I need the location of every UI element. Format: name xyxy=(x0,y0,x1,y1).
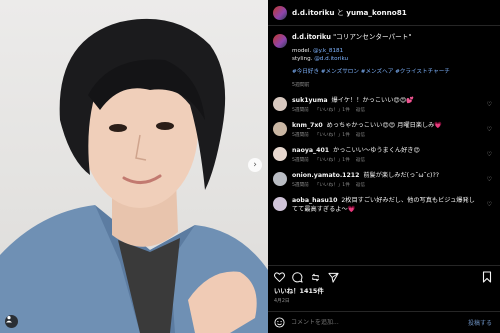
list-item: onion.yamato.1212 前髪が楽しみだ(っ˘ω˘c)?? 5週間前 「… xyxy=(273,172,492,188)
list-item: suk1yuma 爆イケ！！かっこいい😍😍💕 5週間前 「いいね！」1件 返信 ♡ xyxy=(273,96,492,113)
comment-time: 5週間前 xyxy=(292,132,309,138)
avatar[interactable] xyxy=(273,172,287,187)
heart-icon[interactable]: ♡ xyxy=(487,151,492,158)
author-link[interactable]: d.d.itoriku xyxy=(292,8,335,17)
caption-avatar[interactable] xyxy=(273,34,287,48)
comment-input[interactable] xyxy=(291,319,468,326)
hashtags[interactable]: #今日好き #メンズサロン #メンズヘア #クライストチャーチ xyxy=(292,69,450,77)
avatar[interactable] xyxy=(273,146,287,161)
styling-handle-link[interactable]: @d.d.itoriku xyxy=(314,56,348,62)
post-date: 4月2日 xyxy=(274,299,290,304)
avatar[interactable] xyxy=(273,197,287,212)
send-icon[interactable] xyxy=(328,272,339,283)
likes-count[interactable]: いいね！1415件 xyxy=(274,286,494,295)
caption-username[interactable]: d.d.itoriku xyxy=(292,33,331,41)
tag-person-button[interactable] xyxy=(5,315,18,328)
avatar[interactable] xyxy=(273,96,287,111)
tag-person-icon xyxy=(6,316,12,323)
heart-icon[interactable]: ♡ xyxy=(487,201,492,208)
reply-button[interactable]: 返信 xyxy=(356,183,365,188)
comment-time: 5週間前 xyxy=(292,183,309,189)
comment-icon[interactable] xyxy=(292,271,303,283)
comment-bar: 投稿する xyxy=(268,311,500,333)
reply-button[interactable]: 返信 xyxy=(356,133,365,138)
chevron-right-icon: › xyxy=(253,159,257,170)
caption-timestamp: 5週間前 xyxy=(292,82,310,88)
post-photo[interactable]: › xyxy=(0,0,268,333)
comment-likes[interactable]: 「いいね！」1件 xyxy=(315,133,350,138)
share-icon[interactable] xyxy=(310,272,321,283)
list-item: knm_7x0 めっちゃかっこいい😍😍 月曜日楽しみ💗 5週間前 「いいね！」1件… xyxy=(273,121,492,138)
heart-icon[interactable]: ♡ xyxy=(487,101,492,108)
avatar[interactable] xyxy=(273,121,287,136)
comment-text: かっこいい〜ゆうまくん好き😍 xyxy=(333,146,420,154)
comment-text: 前髪が楽しみだ(っ˘ω˘c)?? xyxy=(363,172,440,180)
comment-time: 5週間前 xyxy=(292,107,309,113)
caption-title: "コリアンセンターパート" xyxy=(333,33,412,41)
comment-time: 5週間前 xyxy=(292,158,309,164)
next-photo-button[interactable]: › xyxy=(248,158,262,172)
comment-likes[interactable]: 「いいね！」1件 xyxy=(315,183,350,188)
comment-username[interactable]: naoya_401 xyxy=(292,147,329,154)
post-header: d.d.itoriku と yuma_konno81 xyxy=(268,0,500,26)
coauthor-link[interactable]: yuma_konno81 xyxy=(346,8,406,17)
avatar[interactable] xyxy=(273,5,287,20)
heart-icon[interactable]: ♡ xyxy=(487,126,492,133)
list-item: naoya_401 かっこいい〜ゆうまくん好き😍 5週間前 「いいね！」1件 返信 … xyxy=(273,146,492,164)
comment-username[interactable]: knm_7x0 xyxy=(292,122,323,129)
comment-text: めっちゃかっこいい😍😍 月曜日楽しみ💗 xyxy=(326,121,443,129)
comment-username[interactable]: suk1yuma xyxy=(292,97,328,104)
reply-button[interactable]: 返信 xyxy=(356,108,365,113)
heart-icon[interactable] xyxy=(274,272,285,282)
comment-username[interactable]: aoba_hasu10 xyxy=(292,197,337,204)
list-item: aoba_hasu10 2枚目すごい好みだし、他の写真もビジュ爆発してて最高すぎ… xyxy=(273,197,492,213)
comment-username[interactable]: onion.yamato.1212 xyxy=(292,172,359,179)
comment-likes[interactable]: 「いいね！」1件 xyxy=(315,108,350,113)
comment-likes[interactable]: 「いいね！」1件 xyxy=(315,158,350,163)
model-handle-link[interactable]: @y.k_8181 xyxy=(313,48,343,54)
post-comment-button[interactable]: 投稿する xyxy=(468,318,492,327)
model-label: model. xyxy=(292,48,312,54)
comment-text: 爆イケ！！かっこいい😍😍💕 xyxy=(331,96,415,104)
emoji-icon[interactable] xyxy=(274,317,285,328)
post-caption: d.d.itoriku "コリアンセンターパート" model. @y.k_81… xyxy=(273,33,492,88)
heart-icon[interactable]: ♡ xyxy=(487,176,492,183)
author-joiner: と xyxy=(334,7,347,17)
bookmark-icon[interactable] xyxy=(482,271,492,283)
post-sidebar: d.d.itoriku と yuma_konno81 d.d.itoriku "… xyxy=(268,0,500,333)
reply-button[interactable]: 返信 xyxy=(356,158,365,163)
comments-area[interactable]: d.d.itoriku "コリアンセンターパート" model. @y.k_81… xyxy=(268,27,500,265)
portrait-image xyxy=(0,18,268,333)
post-authors: d.d.itoriku と yuma_konno81 xyxy=(292,8,407,18)
styling-label: styling. xyxy=(292,55,313,62)
